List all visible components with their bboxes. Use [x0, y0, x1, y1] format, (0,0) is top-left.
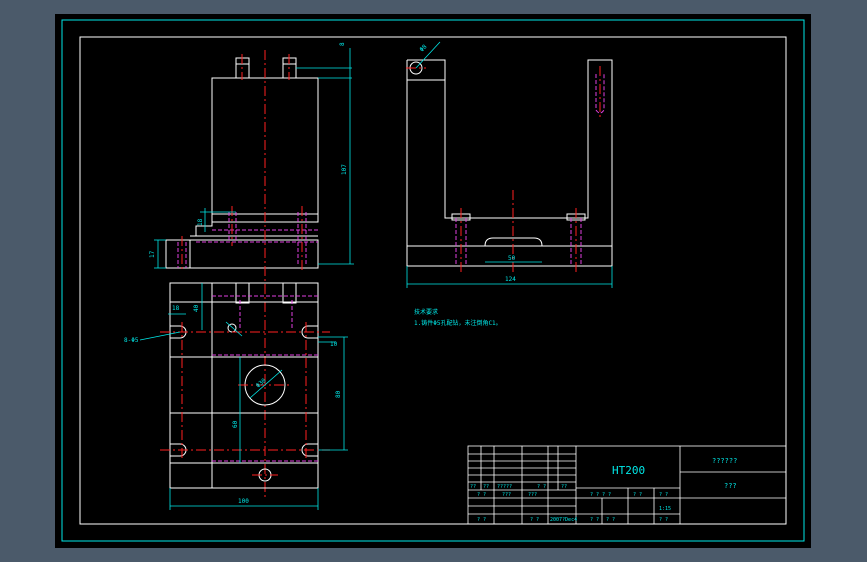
tb-scale-h2: ? ?	[659, 492, 668, 498]
tb-scale-h1: ? ?	[633, 492, 642, 498]
dim-height-main-label: 107	[341, 164, 348, 175]
dim-plan-right-small-label: 10	[330, 341, 338, 348]
tb-r1-c2: ??	[483, 484, 489, 490]
tb-r1-c4: ? ?	[537, 484, 546, 490]
tb-sheet-c2: ? ?	[606, 517, 615, 523]
tb-r3-c2: ? ?	[530, 517, 539, 523]
dim-plan-left-label: 18	[172, 305, 180, 312]
dim-height-mid-label: 18	[197, 218, 204, 226]
drawing-sheet	[55, 14, 811, 548]
dim-plan-right-height-label: 80	[335, 390, 342, 398]
tb-part-name: ??????	[712, 457, 737, 465]
tech-notes-title: 技术要求	[414, 308, 438, 316]
cad-drawing-canvas[interactable]: 8 107 18 17 Φ8 124 50 18 40 8-Φ5 10 80 6…	[0, 0, 867, 562]
tb-r2-c3: ???	[528, 492, 537, 498]
dim-plan-inner-label: 60	[232, 420, 239, 428]
dim-plan-hole-label: 8-Φ5	[124, 337, 139, 344]
dim-width-top-label: 124	[505, 276, 516, 283]
dim-plan-width-label: 100	[238, 498, 249, 505]
tb-sheet-c3: ? ?	[659, 517, 668, 523]
tb-material: HT200	[612, 464, 645, 477]
tb-r2-c1: ? ?	[477, 492, 486, 498]
tb-mid-label: ? ? ? ?	[590, 492, 611, 498]
tb-drawing-no: ???	[724, 482, 737, 490]
tb-r1-c1: ??	[470, 484, 476, 490]
tb-r3-c3: 2007?Dec4	[550, 517, 577, 523]
tb-scale-value: 1:15	[659, 506, 671, 512]
tb-r1-c5: ??	[561, 484, 567, 490]
dim-plan-top-label: 40	[193, 304, 200, 312]
tb-r1-c3: ?????	[497, 484, 512, 490]
tb-r2-c2: ???	[502, 492, 511, 498]
tech-notes-line: 1.铸件Φ5孔配钻，未注倒角C1。	[414, 319, 502, 327]
dim-slot-label: 50	[508, 255, 516, 262]
dim-height-left-label: 17	[149, 250, 156, 258]
tb-sheet-c1: ? ?	[590, 517, 599, 523]
tb-r3-c1: ? ?	[477, 517, 486, 523]
dim-top-small-label: 8	[339, 42, 346, 46]
